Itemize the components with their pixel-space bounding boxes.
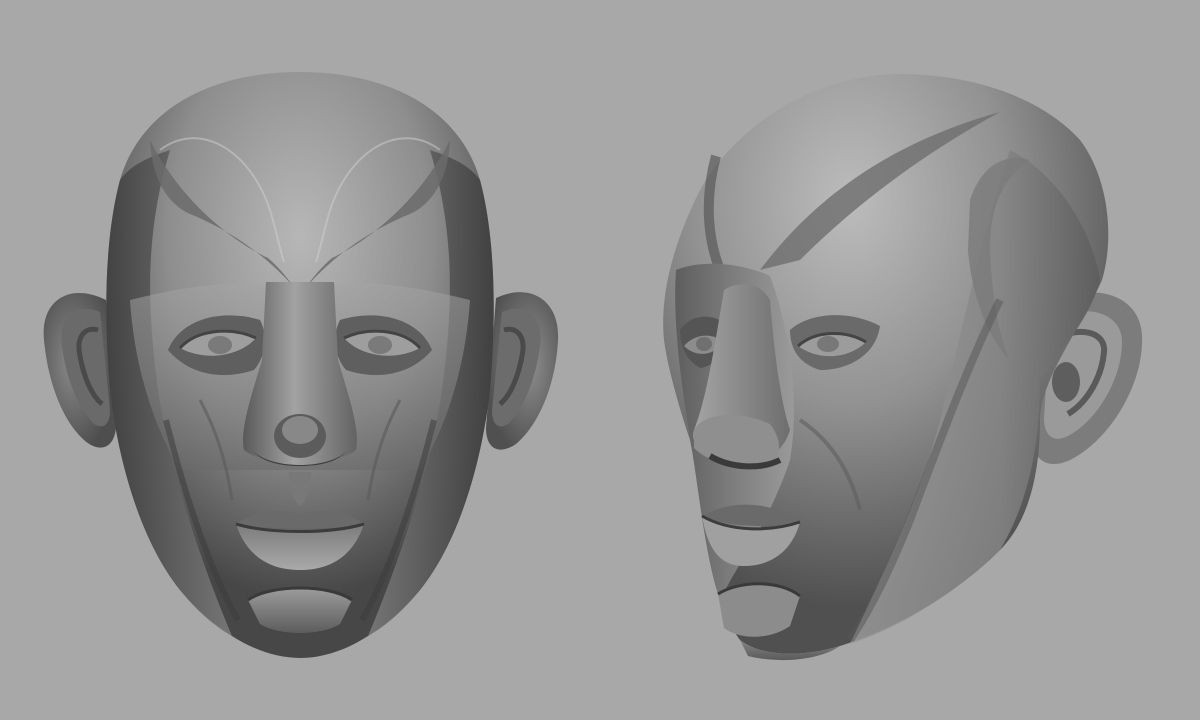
sculpt-render <box>0 0 1200 720</box>
render-viewport <box>0 0 1200 720</box>
